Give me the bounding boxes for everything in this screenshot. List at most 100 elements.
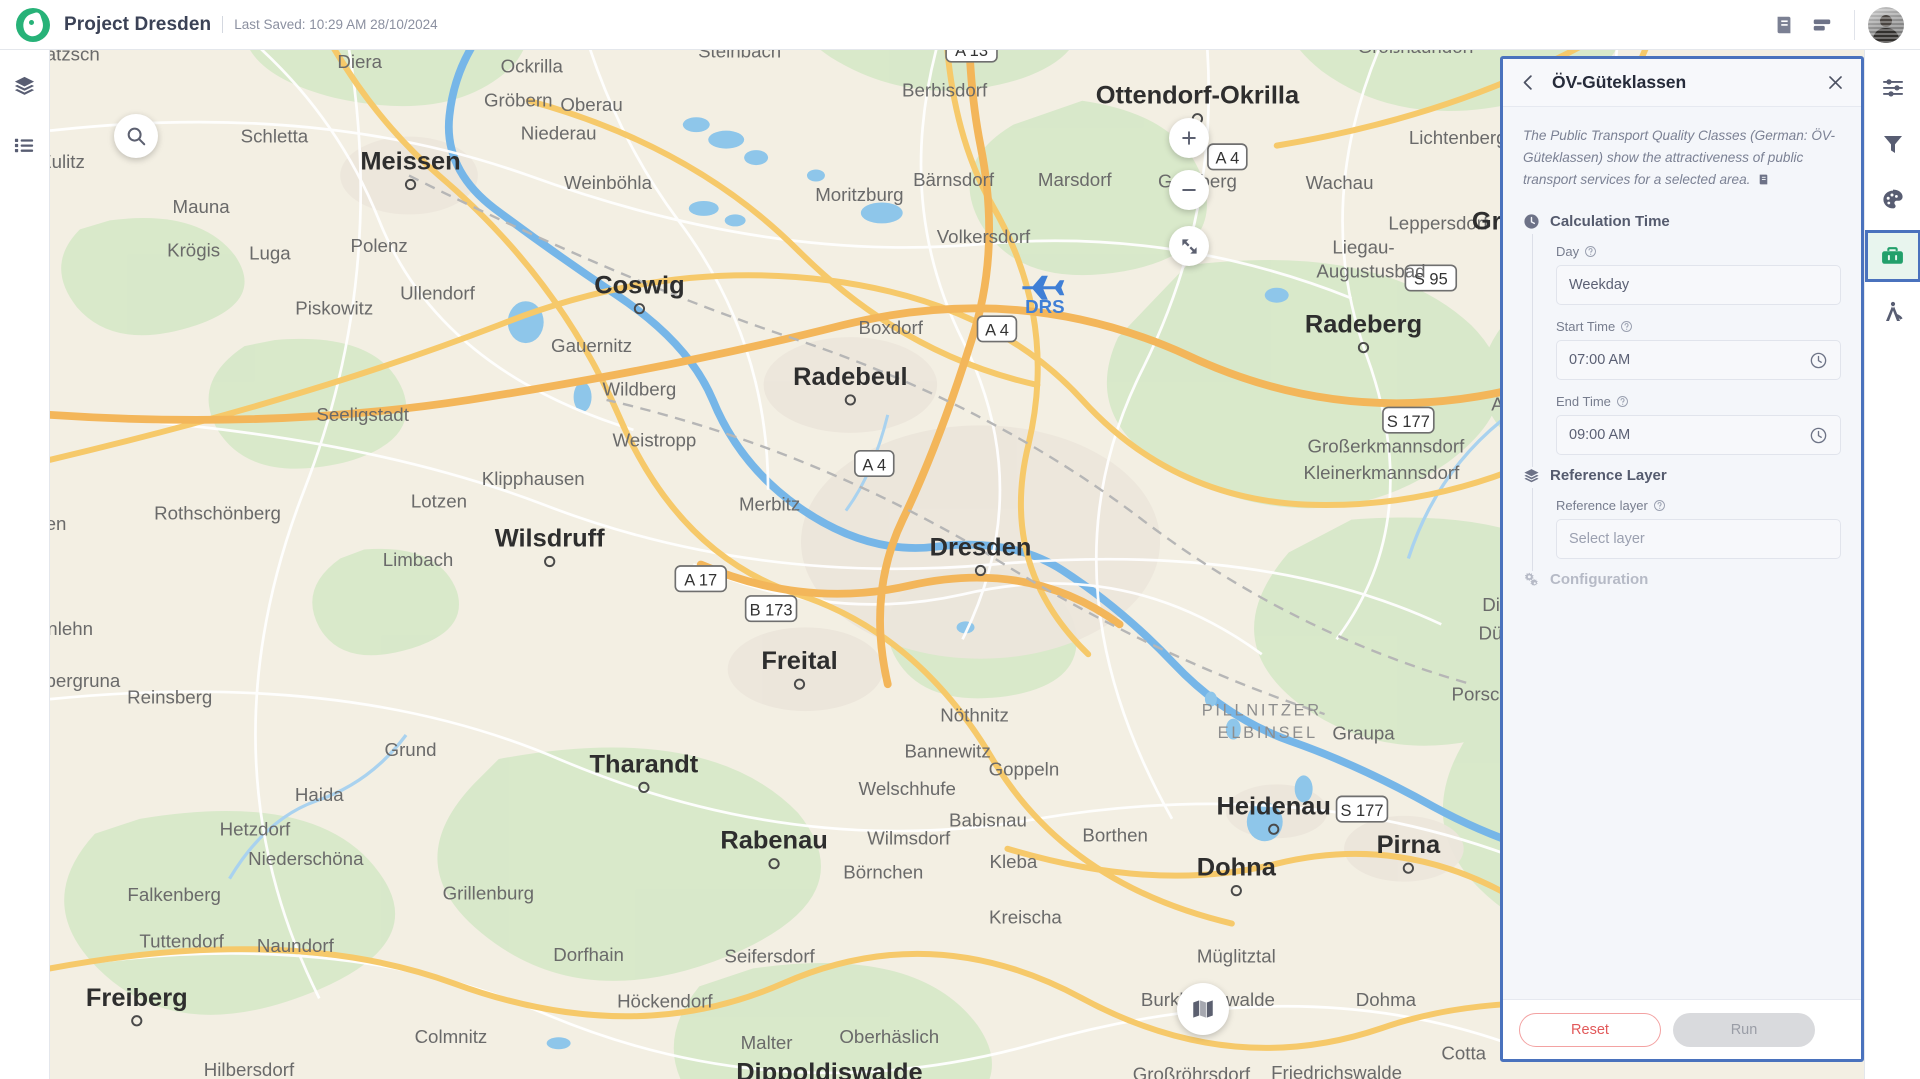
map-label-city: Radeberg [1305, 311, 1422, 339]
map-label-city: Meissen [360, 148, 460, 176]
map-label-town: Liegau- [1332, 236, 1394, 257]
clock-icon [1523, 213, 1540, 230]
close-icon[interactable] [1826, 73, 1845, 92]
map-label-city: Dippoldiswalde [736, 1059, 922, 1079]
map-label-town: Gröbern [484, 90, 553, 111]
map-label-town: Marsdorf [1038, 169, 1113, 190]
map-label-town: Volkersdorf [937, 226, 1031, 247]
map-label-area: ELBINSEL [1218, 724, 1318, 742]
map-label-town: Oberau [560, 94, 622, 115]
svg-text:A 13: A 13 [955, 50, 988, 60]
sidebar-item-list[interactable] [8, 128, 42, 162]
map-label-town: Merbitz [739, 494, 800, 515]
map-label-city: Tharandt [590, 750, 699, 778]
map-label-town: bergruna [50, 670, 121, 691]
avatar[interactable] [1868, 6, 1904, 43]
book-icon[interactable] [1757, 171, 1770, 193]
field-reference-layer: Reference layer Select layer [1556, 498, 1841, 560]
section-configuration: Configuration [1523, 571, 1841, 588]
sidebar-item-layers[interactable] [8, 68, 42, 102]
field-label-reference-layer: Reference layer [1556, 498, 1841, 513]
help-icon[interactable] [1620, 320, 1633, 333]
map-label-town: Bannewitz [904, 740, 990, 761]
map-route-shield: A 13 [945, 50, 998, 63]
chevron-left-icon[interactable] [1519, 73, 1538, 92]
map-label-town: Cotta [1441, 1043, 1486, 1064]
map-label-town: Rothschönberg [154, 503, 281, 524]
panel-header: ÖV-Güteklassen [1503, 59, 1861, 107]
reset-button[interactable]: Reset [1519, 1012, 1661, 1047]
panel-description-text: The Public Transport Quality Classes (Ge… [1523, 128, 1835, 188]
help-icon[interactable] [1653, 499, 1666, 512]
tab-toolbox[interactable] [1864, 230, 1920, 282]
map-label-town: Niederau [521, 123, 597, 144]
section-title: Configuration [1550, 571, 1649, 589]
map-route-shield: A 4 [1207, 143, 1248, 171]
map-label-town: Moritzburg [815, 184, 903, 205]
map-label-city: Heidenau [1217, 792, 1331, 820]
parrot-logo[interactable] [16, 7, 50, 42]
map-label-town: Kleba [990, 851, 1038, 872]
section-header-calculation-time[interactable]: Calculation Time [1523, 213, 1841, 230]
map-label-town: Ullendorf [400, 283, 476, 304]
map-icon[interactable] [1177, 983, 1229, 1035]
layers-icon [1523, 467, 1540, 484]
panel-body: The Public Transport Quality Classes (Ge… [1503, 107, 1861, 999]
map-label-area: PILLNITZER [1202, 702, 1322, 720]
map-label-town: Polenz [351, 235, 408, 256]
app-header: Project Dresden Last Saved: 10:29 AM 28/… [0, 0, 1920, 50]
help-icon[interactable] [1616, 395, 1629, 408]
map-label-town: Limbach [383, 549, 454, 570]
map-label-town: Wildberg [603, 378, 677, 399]
tab-settings[interactable] [1865, 62, 1920, 114]
map-label-town: Reinsberg [127, 687, 212, 708]
tab-filter[interactable] [1865, 118, 1920, 170]
label-text: Day [1556, 244, 1580, 260]
map-label-town: Seifersdorf [724, 945, 815, 966]
tool-panel: ÖV-Güteklassen The Public Transport Qual… [1500, 56, 1864, 1062]
clock-icon[interactable] [1809, 351, 1828, 370]
legend-icon[interactable] [1803, 6, 1841, 44]
tab-style[interactable] [1865, 174, 1920, 226]
map-label-town: Oberhäslich [839, 1026, 939, 1047]
zoom-out-button[interactable] [1169, 170, 1209, 210]
map-label-town: Colmnitz [415, 1026, 488, 1047]
map-label-city: Dresden [930, 534, 1032, 562]
map-label-town: Kreischa [989, 907, 1062, 928]
section-header-reference-layer[interactable]: Reference Layer [1523, 467, 1841, 484]
map-label-town: Weistropp [612, 429, 696, 450]
map-label-town: Naundorf [257, 935, 335, 956]
day-value: Weekday [1569, 277, 1630, 294]
panel-description: The Public Transport Quality Classes (Ge… [1523, 125, 1841, 193]
search-icon[interactable] [114, 114, 158, 158]
section-header-configuration[interactable]: Configuration [1523, 571, 1841, 588]
documentation-icon[interactable] [1765, 6, 1803, 44]
map-label-town: Diera [337, 51, 382, 72]
map-label-town: Malter [741, 1032, 793, 1053]
end-time-input[interactable]: 09:00 AM [1556, 415, 1841, 456]
zoom-in-button[interactable] [1169, 118, 1209, 158]
header-divider-2 [1854, 9, 1855, 40]
map-label-town: Friedrichswalde [1271, 1062, 1402, 1079]
header-divider [222, 16, 224, 33]
map-label-town: Großröhrsdorf [1133, 1064, 1251, 1079]
map-label-town: Nöthnitz [940, 705, 1009, 726]
map-label-town: Eulitz [50, 151, 85, 172]
clock-icon[interactable] [1809, 426, 1828, 445]
map-label-town: Großnaundorf [1358, 50, 1475, 57]
svg-text:A 17: A 17 [684, 571, 717, 589]
start-time-input[interactable]: 07:00 AM [1556, 340, 1841, 381]
section-title: Reference Layer [1550, 467, 1667, 485]
map-label-town: Hetzdorf [220, 818, 291, 839]
tab-drawing[interactable] [1865, 286, 1920, 338]
map-label-town: Grund [385, 739, 437, 760]
map-label-town: Müglitztal [1197, 945, 1276, 966]
run-button[interactable]: Run [1673, 1012, 1815, 1047]
help-icon[interactable] [1584, 245, 1597, 258]
panel-title: ÖV-Güteklassen [1552, 72, 1687, 92]
reference-layer-select[interactable]: Select layer [1556, 519, 1841, 560]
svg-text:A 4: A 4 [1215, 150, 1239, 168]
map-label-town: enlehn [50, 618, 93, 639]
day-select[interactable]: Weekday [1556, 265, 1841, 306]
fullscreen-icon[interactable] [1169, 226, 1209, 266]
